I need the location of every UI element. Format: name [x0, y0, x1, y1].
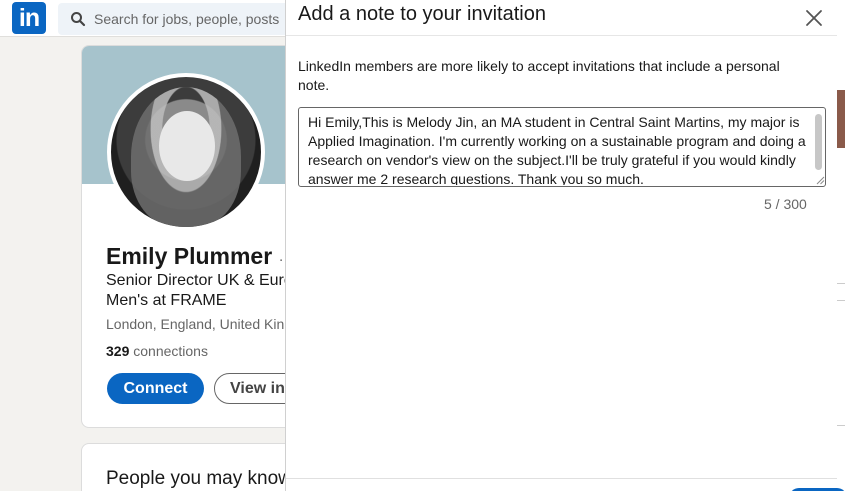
modal-header: Add a note to your invitation [286, 0, 837, 36]
connections-count: 329 [106, 343, 130, 359]
profile-name-text: Emily Plummer [106, 243, 273, 269]
textarea-scrollbar[interactable] [815, 114, 822, 170]
character-counter: 5 / 300 [764, 196, 807, 212]
modal-description: LinkedIn members are more likely to acce… [298, 58, 780, 93]
pymk-title: People you may know [106, 468, 292, 489]
profile-connections: 329 connections [106, 343, 208, 359]
invitation-note-modal: Add a note to your invitation LinkedIn m… [285, 0, 845, 491]
avatar[interactable] [107, 73, 265, 231]
linkedin-logo-icon[interactable]: in [12, 2, 46, 34]
search-icon [71, 12, 86, 27]
profile-name: Emily Plummer · 3 [106, 243, 296, 270]
search-input[interactable]: Search for jobs, people, posts [58, 3, 298, 35]
modal-footer-divider [286, 478, 837, 479]
close-icon[interactable] [800, 4, 828, 32]
connections-label: connections [133, 343, 208, 359]
resize-handle-icon[interactable] [816, 176, 825, 185]
note-textarea[interactable]: Hi Emily,This is Melody Jin, an MA stude… [298, 107, 826, 187]
right-sidebar-edge [837, 0, 845, 491]
profile-location: London, England, United Kin [106, 316, 285, 332]
search-placeholder: Search for jobs, people, posts [94, 11, 280, 27]
modal-title: Add a note to your invitation [298, 3, 546, 25]
sidebar-image [837, 90, 845, 148]
note-text[interactable]: Hi Emily,This is Melody Jin, an MA stude… [308, 113, 813, 185]
connect-button[interactable]: Connect [107, 373, 204, 404]
